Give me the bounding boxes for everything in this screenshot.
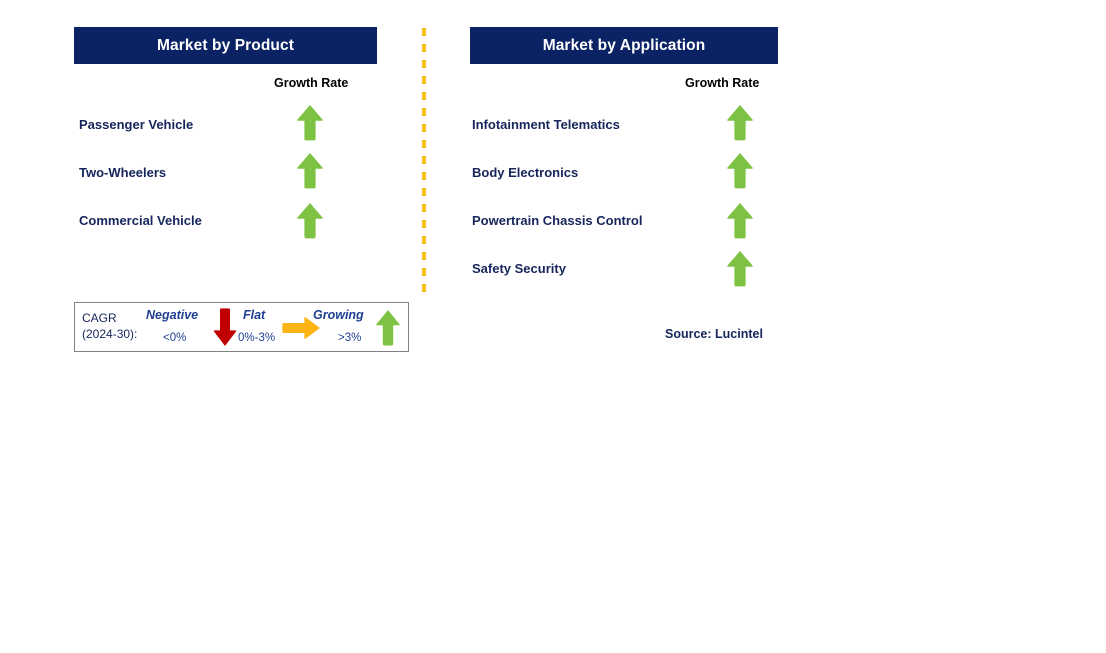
legend-range-flat: 0%-3% (238, 332, 276, 344)
panel-title-application: Market by Application (542, 36, 706, 54)
panel-header-product: Market by Product (74, 27, 377, 64)
arrow-down-icon (213, 307, 237, 347)
arrow-up-icon (296, 104, 324, 142)
list-item-label: Two-Wheelers (79, 165, 167, 180)
arrow-up-icon (726, 250, 754, 288)
growth-rate-caption-product: Growth Rate (274, 76, 349, 90)
list-item-label: Body Electronics (472, 165, 579, 180)
legend-term-growing: Growing (313, 308, 364, 322)
arrow-up-icon (726, 152, 754, 190)
panel-header-application: Market by Application (470, 27, 778, 64)
arrow-up-icon (375, 309, 401, 347)
list-item-label: Safety Security (472, 261, 566, 276)
infographic-canvas: Market by Product Growth Rate Passenger … (0, 0, 1106, 653)
panel-title-product: Market by Product (157, 36, 294, 54)
growth-rate-caption-application: Growth Rate (685, 76, 760, 90)
legend-term-negative: Negative (146, 308, 199, 322)
legend-range-negative: <0% (163, 332, 187, 344)
list-item-label: Commercial Vehicle (79, 213, 202, 228)
legend-cagr-line1: CAGR (82, 311, 117, 325)
panel-divider (422, 28, 426, 298)
legend-term-flat: Flat (243, 308, 266, 322)
legend-range-growing: >3% (338, 332, 362, 344)
source-note: Source: Lucintel (665, 327, 763, 341)
arrow-up-icon (726, 202, 754, 240)
list-item-label: Passenger Vehicle (79, 117, 194, 132)
arrow-up-icon (296, 202, 324, 240)
list-item-label: Infotainment Telematics (472, 117, 620, 132)
arrow-up-icon (296, 152, 324, 190)
list-item-label: Powertrain Chassis Control (472, 213, 643, 228)
arrow-up-icon (726, 104, 754, 142)
legend-cagr-line2: (2024-30): (82, 327, 138, 341)
legend-cagr-label: CAGR (2024-30): (82, 310, 137, 342)
